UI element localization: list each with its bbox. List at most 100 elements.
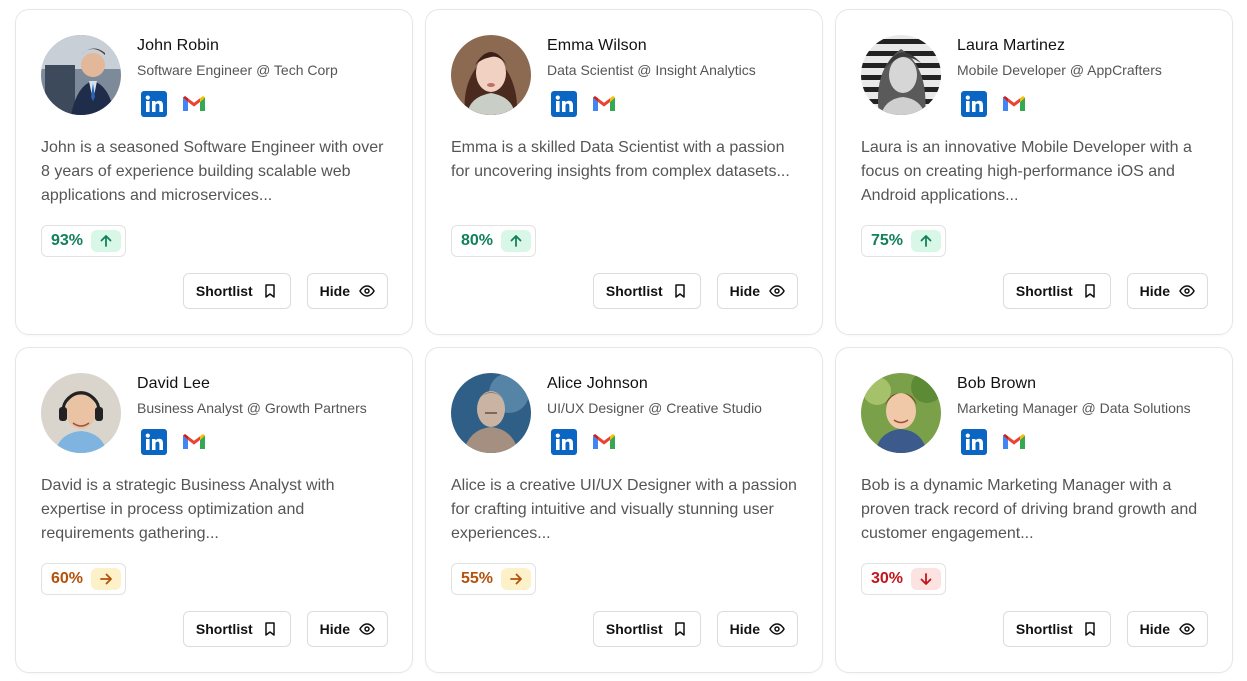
linkedin-icon[interactable] — [141, 91, 167, 117]
match-score-badge: 80% — [451, 225, 537, 257]
match-score: 55% — [461, 570, 494, 587]
shortlist-button[interactable]: Shortlist — [1002, 611, 1111, 647]
candidate-grid: John Robin Software Engineer @ Tech Corp… — [15, 9, 1233, 673]
shortlist-button[interactable]: Shortlist — [1002, 273, 1111, 309]
hide-label: Hide — [729, 283, 760, 299]
avatar — [861, 373, 941, 453]
card-actions: Shortlist Hide — [592, 611, 798, 647]
shortlist-button[interactable]: Shortlist — [592, 273, 701, 309]
candidate-card: Bob Brown Marketing Manager @ Data Solut… — [835, 347, 1233, 673]
shortlist-button[interactable]: Shortlist — [182, 611, 291, 647]
match-score: 75% — [871, 232, 904, 249]
candidate-role: UI/UX Designer @ Creative Studio — [547, 400, 762, 416]
hide-button[interactable]: Hide — [306, 273, 388, 309]
linkedin-icon[interactable] — [551, 91, 577, 117]
candidate-card: Laura Martinez Mobile Developer @ AppCra… — [835, 9, 1233, 335]
candidate-name: Emma Wilson — [547, 37, 647, 54]
candidate-card: Alice Johnson UI/UX Designer @ Creative … — [425, 347, 823, 673]
social-links — [961, 429, 1027, 455]
woman-scarf-photo-icon — [451, 35, 531, 115]
match-score-badge: 75% — [861, 225, 947, 257]
avatar — [41, 35, 121, 115]
trend-right-icon — [501, 568, 532, 590]
gmail-icon[interactable] — [591, 429, 617, 455]
bookmark-icon — [264, 622, 275, 636]
man-in-suit-photo-icon — [41, 35, 121, 115]
candidate-bio: Alice is a creative UI/UX Designer with … — [451, 477, 797, 542]
avatar — [451, 35, 531, 115]
candidate-bio: Bob is a dynamic Marketing Manager with … — [861, 477, 1198, 542]
trend-up-icon — [91, 230, 122, 252]
bookmark-icon — [264, 284, 275, 298]
boy-outdoor-photo-icon — [861, 373, 941, 453]
bookmark-icon — [1084, 622, 1095, 636]
candidate-role: Marketing Manager @ Data Solutions — [957, 400, 1191, 416]
trend-up-icon — [501, 230, 532, 252]
match-score-badge: 55% — [451, 563, 537, 595]
social-links — [141, 429, 207, 455]
hide-label: Hide — [319, 621, 350, 637]
social-links — [141, 91, 207, 117]
eye-icon — [1179, 623, 1195, 635]
woman-bw-photo-icon — [861, 35, 941, 115]
eye-icon — [359, 623, 375, 635]
social-links — [551, 91, 617, 117]
hide-label: Hide — [319, 283, 350, 299]
man-blue-photo-icon — [451, 373, 531, 453]
candidate-bio: Emma is a skilled Data Scientist with a … — [451, 139, 790, 180]
match-score-badge: 93% — [41, 225, 127, 257]
candidate-bio: Laura is an innovative Mobile Developer … — [861, 139, 1192, 204]
candidate-bio: David is a strategic Business Analyst wi… — [41, 477, 335, 542]
gmail-icon[interactable] — [181, 429, 207, 455]
candidate-role: Business Analyst @ Growth Partners — [137, 400, 367, 416]
linkedin-icon[interactable] — [961, 429, 987, 455]
candidate-bio: John is a seasoned Software Engineer wit… — [41, 139, 384, 204]
linkedin-icon[interactable] — [551, 429, 577, 455]
candidate-card: Emma Wilson Data Scientist @ Insight Ana… — [425, 9, 823, 335]
card-actions: Shortlist Hide — [1002, 273, 1208, 309]
card-actions: Shortlist Hide — [182, 273, 388, 309]
card-actions: Shortlist Hide — [592, 273, 798, 309]
eye-icon — [769, 623, 785, 635]
bookmark-icon — [1084, 284, 1095, 298]
avatar — [41, 373, 121, 453]
eye-icon — [359, 285, 375, 297]
hide-button[interactable]: Hide — [1126, 611, 1208, 647]
hide-button[interactable]: Hide — [716, 273, 798, 309]
match-score: 93% — [51, 232, 84, 249]
match-score: 30% — [871, 570, 904, 587]
shortlist-button[interactable]: Shortlist — [182, 273, 291, 309]
shortlist-label: Shortlist — [1015, 621, 1073, 637]
gmail-icon[interactable] — [181, 91, 207, 117]
social-links — [961, 91, 1027, 117]
candidate-name: David Lee — [137, 375, 210, 392]
hide-label: Hide — [1139, 621, 1170, 637]
hide-button[interactable]: Hide — [716, 611, 798, 647]
gmail-icon[interactable] — [1001, 91, 1027, 117]
linkedin-icon[interactable] — [141, 429, 167, 455]
shortlist-button[interactable]: Shortlist — [592, 611, 701, 647]
hide-button[interactable]: Hide — [1126, 273, 1208, 309]
trend-up-icon — [911, 230, 942, 252]
gmail-icon[interactable] — [591, 91, 617, 117]
bookmark-icon — [674, 622, 685, 636]
match-score-badge: 60% — [41, 563, 127, 595]
hide-button[interactable]: Hide — [306, 611, 388, 647]
man-headphones-photo-icon — [41, 373, 121, 453]
candidate-role: Data Scientist @ Insight Analytics — [547, 62, 756, 78]
trend-right-icon — [91, 568, 122, 590]
candidate-role: Software Engineer @ Tech Corp — [137, 62, 338, 78]
linkedin-icon[interactable] — [961, 91, 987, 117]
match-score-badge: 30% — [861, 563, 947, 595]
match-score: 80% — [461, 232, 494, 249]
shortlist-label: Shortlist — [605, 621, 663, 637]
shortlist-label: Shortlist — [605, 283, 663, 299]
gmail-icon[interactable] — [1001, 429, 1027, 455]
match-score: 60% — [51, 570, 84, 587]
bookmark-icon — [674, 284, 685, 298]
card-actions: Shortlist Hide — [1002, 611, 1208, 647]
candidate-name: Bob Brown — [957, 375, 1037, 392]
avatar — [451, 373, 531, 453]
candidate-role: Mobile Developer @ AppCrafters — [957, 62, 1162, 78]
avatar — [861, 35, 941, 115]
